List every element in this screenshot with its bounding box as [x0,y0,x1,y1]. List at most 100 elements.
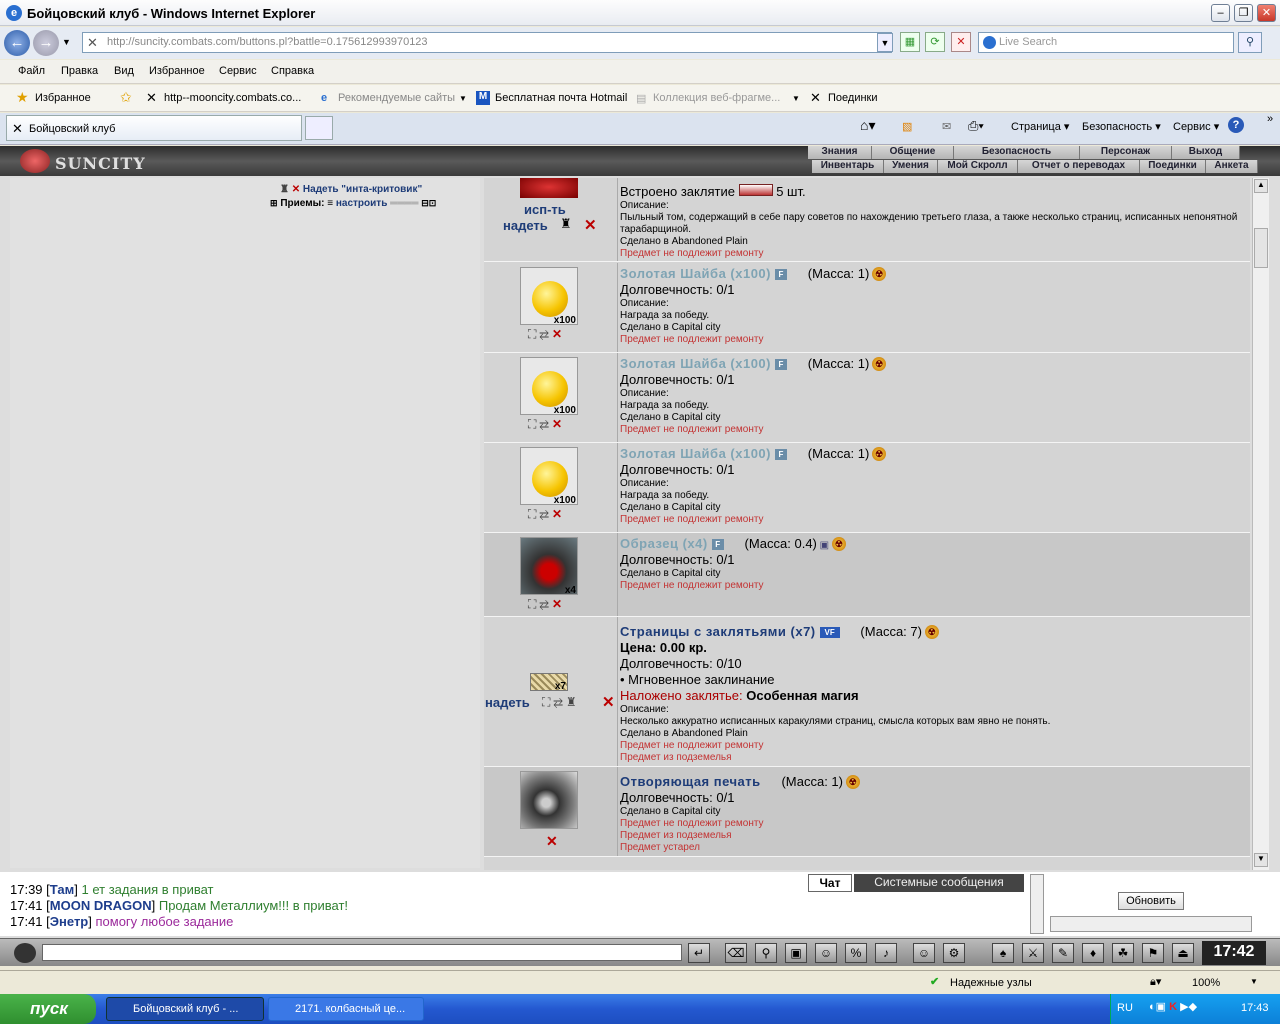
smiley-icon[interactable]: ☺ [913,943,935,963]
nav-communication[interactable]: Общение [872,146,954,159]
nav-transfer-report[interactable]: Отчет о переводах [1018,160,1140,173]
item-name[interactable]: Золотая Шайба (x100) [620,356,771,371]
send-icon[interactable]: ↵ [688,943,710,963]
fav-link-recommended[interactable]: Рекомендуемые сайты [338,92,455,104]
tools-icon[interactable]: ⚙ [943,943,965,963]
search-input[interactable]: Live Search [978,32,1234,53]
rss-icon[interactable]: ▧ [902,120,912,133]
chat-scrollbar[interactable] [1030,874,1044,934]
zoom-dropdown-icon[interactable]: ▼ [1250,977,1258,986]
protected-mode-icon[interactable]: 🔒︎▾ [1150,975,1161,989]
nav-duels[interactable]: Поединки [1140,160,1206,173]
techniques-configure-link[interactable]: настроить [336,198,387,209]
new-tab-button[interactable] [305,116,333,140]
fav-link-webslices[interactable]: Коллекция веб-фрагме... [653,92,780,104]
dropdown-icon[interactable]: ▼ [792,94,800,103]
start-button[interactable]: пуск [0,994,96,1024]
item-actions[interactable]: ⛶⇄♜ [542,695,580,710]
nav-skills[interactable]: Умения [884,160,938,173]
read-mail-icon[interactable]: ✉ [942,120,951,133]
menu-favorites[interactable]: Избранное [149,65,205,77]
page-menu[interactable]: Страница ▾ [1011,120,1069,133]
menu-view[interactable]: Вид [114,65,134,77]
fav-link-hotmail[interactable]: Бесплатная почта Hotmail [495,92,627,104]
refresh-button[interactable]: Обновить [1118,892,1184,910]
filter-icon[interactable]: ⚲ [755,943,777,963]
tray-icons[interactable]: ◐▣ K ▶◆ [1149,1000,1197,1013]
nav-inventory[interactable]: Инвентарь [812,160,884,173]
nav-my-scroll[interactable]: Мой Скролл [938,160,1018,173]
item-name[interactable]: Отворяющая печать [620,774,761,789]
bag-icon[interactable]: ♠ [992,943,1014,963]
nav-security[interactable]: Безопасность [954,146,1080,159]
nav-profile[interactable]: Анкета [1206,160,1258,173]
tab-fight-club[interactable]: ✕ Бойцовский клуб [6,115,302,141]
dropdown-icon[interactable]: ▼ [459,94,467,103]
scroll-down-icon[interactable]: ▼ [1254,853,1268,867]
fav-link-duels[interactable]: Поединки [828,92,878,104]
home-icon[interactable]: ⌂▾ [860,117,875,134]
back-button[interactable]: ← [4,30,30,56]
close-button[interactable]: ✕ [1257,4,1276,22]
menu-help[interactable]: Справка [271,65,314,77]
stop-icon[interactable]: ✕ [951,32,971,52]
item-actions[interactable]: ⛶⇄✕ [528,597,565,612]
nav-knowledge[interactable]: Знания [808,146,872,159]
equip-icon[interactable]: ♜ [560,216,572,232]
chat-input[interactable] [42,944,682,961]
address-dropdown-button[interactable]: ▼ [877,33,893,52]
item-name[interactable]: Образец (x4) [620,536,708,551]
chevron-more-icon[interactable]: » [1267,113,1273,125]
favorites-button[interactable]: Избранное [35,92,91,104]
task-folder[interactable]: 2171. колбасный це... [268,997,424,1021]
menu-edit[interactable]: Правка [61,65,98,77]
flag-icon[interactable]: ⚑ [1142,943,1164,963]
compat-icon[interactable]: ▦ [900,32,920,52]
percent-icon[interactable]: % [845,943,867,963]
minimize-button[interactable]: – [1211,4,1230,22]
tools-menu[interactable]: Сервис ▾ [1173,120,1219,133]
maximize-button[interactable]: ❐ [1234,4,1253,22]
refresh-icon[interactable]: ⟳ [925,32,945,52]
item-actions[interactable]: ⛶⇄✕ [528,417,565,432]
nav-character[interactable]: Персонаж [1080,146,1172,159]
equip-link[interactable]: надеть [485,695,530,710]
print-icon[interactable]: ⎙▾ [968,118,984,134]
scroll-icon[interactable]: ✎ [1052,943,1074,963]
search-go-icon[interactable]: ⚲ [1238,32,1262,53]
item-actions[interactable]: ⛶⇄✕ [528,507,565,522]
nav-exit[interactable]: Выход [1172,146,1240,159]
exit-icon[interactable]: ⏏ [1172,943,1194,963]
delete-icon[interactable]: ✕ [602,693,615,711]
history-dropdown-icon[interactable]: ▼ [62,37,71,47]
safety-menu[interactable]: Безопасность ▾ [1082,120,1161,133]
scroll-up-icon[interactable]: ▲ [1254,179,1268,193]
item-name[interactable]: Золотая Шайба (x100) [620,266,771,281]
help-icon[interactable]: ? [1228,117,1244,133]
shield-icon[interactable]: ♦ [1082,943,1104,963]
fav-link-mooncity[interactable]: http--mooncity.combats.co... [164,92,301,104]
quest-icon[interactable]: ☘ [1112,943,1134,963]
item-actions[interactable]: ⛶⇄✕ [528,327,565,342]
item-name[interactable]: Золотая Шайба (x100) [620,446,771,461]
window-buttons-icon[interactable]: ⊟⊡ [421,198,436,208]
equip-link[interactable]: надеть [503,218,548,233]
forward-button[interactable]: → [33,30,59,56]
delete-icon[interactable]: ✕ [546,833,558,850]
add-favorite-icon[interactable]: ✩ [120,89,132,106]
tab-chat[interactable]: Чат [808,874,852,892]
item-name[interactable]: Страницы с заклятьями (x7) [620,624,816,639]
menu-tools[interactable]: Сервис [219,65,257,77]
scroll-thumb[interactable] [1254,228,1268,268]
task-ie[interactable]: Бойцовский клуб - ... [106,997,264,1021]
chat-menu-icon[interactable] [14,943,36,963]
equip-set-link[interactable]: ♜ ✕ Надеть "инта-критовик" [280,184,422,195]
delete-icon[interactable]: ✕ [584,216,597,234]
clear-icon[interactable]: ⌫ [725,943,747,963]
zoom-level[interactable]: 100% [1192,977,1220,989]
use-link[interactable]: исп-ть [524,202,566,217]
sword-icon[interactable]: ⚔ [1022,943,1044,963]
tab-system-messages[interactable]: Системные сообщения [854,874,1024,892]
userlist-hscroll[interactable] [1050,916,1252,932]
menu-file[interactable]: Файл [18,65,45,77]
